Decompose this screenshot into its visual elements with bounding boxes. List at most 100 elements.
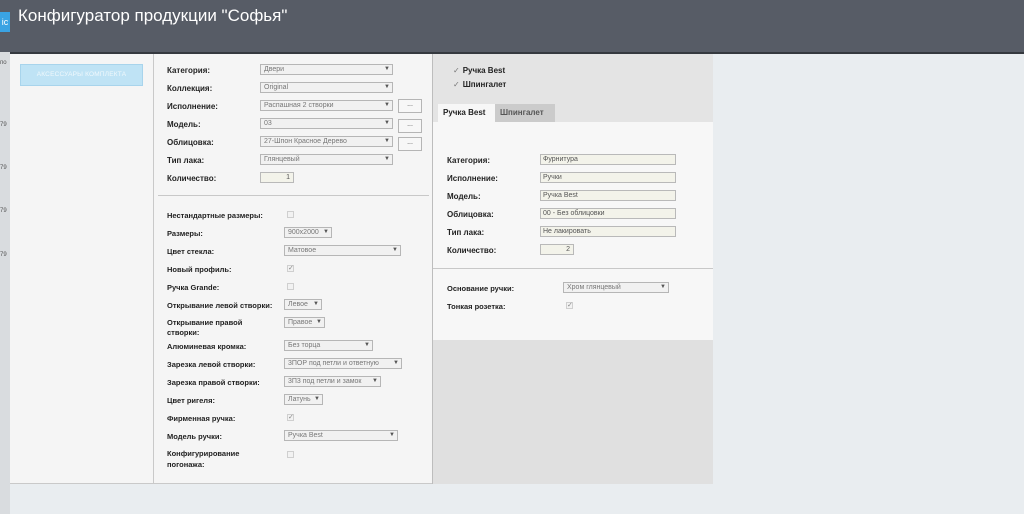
accessories-button[interactable]: АКСЕССУАРЫ КОМПЛЕКТА	[20, 64, 143, 86]
thin-rosette-checkbox[interactable]: ✓	[566, 302, 573, 309]
glass-color-select[interactable]: Матовое ▼	[284, 245, 401, 256]
background-list-strip: по 79 79 79 79	[0, 52, 10, 514]
model-select[interactable]: 03 ▼	[260, 118, 393, 129]
cladding-select[interactable]: 27-Шпон Красное Дерево ▼	[260, 136, 393, 147]
product-form: Категория: Двери ▼ Коллекция: Original ▼ И…	[154, 54, 433, 484]
chevron-down-icon: ▼	[384, 138, 390, 144]
chevron-down-icon: ▼	[364, 342, 370, 348]
acc-model-field[interactable]: Ручка Best	[540, 190, 676, 201]
quantity-label: Количество:	[167, 174, 217, 183]
left-opening-value: Левое	[288, 301, 308, 308]
acc-execution-label: Исполнение:	[447, 174, 498, 183]
sizes-value: 900x2000	[288, 229, 319, 236]
tab-latch[interactable]: Шпингалет	[495, 104, 555, 122]
chevron-down-icon: ▼	[392, 247, 398, 253]
cladding-value: 27-Шпон Красное Дерево	[264, 138, 347, 145]
collection-label: Коллекция:	[167, 84, 213, 93]
checkmark-icon: ✓	[453, 66, 460, 75]
bolt-color-select[interactable]: Латунь ▼	[284, 394, 323, 405]
quantity-input[interactable]: 1	[260, 172, 294, 183]
sizes-select[interactable]: 900x2000 ▼	[284, 227, 332, 238]
chevron-down-icon: ▼	[384, 66, 390, 72]
new-profile-checkbox[interactable]: ✓	[287, 265, 294, 272]
right-opening-label-line2: створки:	[167, 328, 200, 337]
right-cut-value: 3П3 под петли и замок	[288, 378, 362, 385]
chevron-down-icon: ▼	[389, 432, 395, 438]
chevron-down-icon: ▼	[313, 301, 319, 307]
cladding-browse-button[interactable]: ...	[398, 137, 422, 151]
handle-model-label: Модель ручки:	[167, 432, 222, 441]
model-value: 03	[264, 120, 272, 127]
chevron-down-icon: ▼	[393, 360, 399, 366]
acc-lacquer-label: Тип лака:	[447, 228, 485, 237]
accessory-check-latch[interactable]: ✓ Шпингалет	[453, 80, 506, 89]
acc-execution-field[interactable]: Ручки	[540, 172, 676, 183]
left-cut-value: 3ПОР под петли и ответную	[288, 360, 379, 367]
left-opening-select[interactable]: Левое ▼	[284, 299, 322, 310]
bolt-color-value: Латунь	[288, 396, 311, 403]
acc-category-label: Категория:	[447, 156, 491, 165]
accessory-check-label: Ручка Best	[462, 66, 506, 75]
chevron-down-icon: ▼	[384, 102, 390, 108]
sizes-label: Размеры:	[167, 229, 203, 238]
handle-base-select[interactable]: Хром глянцевый ▼	[563, 282, 669, 293]
acc-quantity-label: Количество:	[447, 246, 497, 255]
lacquer-select[interactable]: Глянцевый ▼	[260, 154, 393, 165]
handle-grande-checkbox[interactable]	[287, 283, 294, 290]
model-browse-button[interactable]: ...	[398, 119, 422, 133]
model-label: Модель:	[167, 120, 201, 129]
side-panel-tab[interactable]: ic	[0, 12, 10, 32]
acc-quantity-field[interactable]: 2	[540, 244, 574, 255]
right-opening-label-line1: Открывание правой	[167, 318, 243, 327]
molding-config-checkbox[interactable]	[287, 451, 294, 458]
category-select[interactable]: Двери ▼	[260, 64, 393, 75]
glass-color-value: Матовое	[288, 247, 317, 254]
molding-config-label-line1: Конфигурирование	[167, 449, 240, 458]
page-title: Конфигуратор продукции "Софья"	[18, 6, 288, 25]
accessory-check-label: Шпингалет	[462, 80, 507, 89]
configurator-panel: АКСЕССУАРЫ КОМПЛЕКТА Категория: Двери ▼ К…	[10, 54, 713, 484]
handle-model-value: Ручка Best	[288, 432, 323, 439]
tab-handle-best[interactable]: Ручка Best	[438, 104, 495, 122]
brand-handle-checkbox[interactable]: ✓	[287, 414, 294, 421]
list-item: по	[0, 60, 7, 66]
category-value: Двери	[264, 66, 285, 73]
accessory-panel-footer	[433, 340, 713, 484]
execution-select[interactable]: Распашная 2 створки ▼	[260, 100, 393, 111]
handle-base-value: Хром глянцевый	[567, 284, 621, 291]
section-divider	[158, 195, 429, 196]
lacquer-value: Глянцевый	[264, 156, 300, 163]
accessories-checklist: ✓ Ручка Best ✓ Шпингалет Ручка Best Шпинга…	[433, 54, 713, 122]
acc-cladding-label: Облицовка:	[447, 210, 494, 219]
left-cut-select[interactable]: 3ПОР под петли и ответную ▼	[284, 358, 402, 369]
acc-model-label: Модель:	[447, 192, 481, 201]
aluminium-edge-select[interactable]: Без торца ▼	[284, 340, 373, 351]
acc-category-field[interactable]: Фурнитура	[540, 154, 676, 165]
chevron-down-icon: ▼	[384, 84, 390, 90]
chevron-down-icon: ▼	[372, 378, 378, 384]
molding-config-label-line2: погонажа:	[167, 460, 205, 469]
new-profile-label: Новый профиль:	[167, 265, 232, 274]
left-cut-label: Зарезка левой створки:	[167, 360, 256, 369]
execution-value: Распашная 2 створки	[264, 102, 334, 109]
nonstandard-checkbox[interactable]	[287, 211, 294, 218]
accessory-check-handle-best[interactable]: ✓ Ручка Best	[453, 66, 505, 75]
accessories-panel: ✓ Ручка Best ✓ Шпингалет Ручка Best Шпинга…	[433, 54, 713, 484]
glass-color-label: Цвет стекла:	[167, 247, 215, 256]
execution-label: Исполнение:	[167, 102, 218, 111]
right-opening-select[interactable]: Правое ▼	[284, 317, 325, 328]
right-cut-select[interactable]: 3П3 под петли и замок ▼	[284, 376, 381, 387]
handle-model-select[interactable]: Ручка Best ▼	[284, 430, 398, 441]
chevron-down-icon: ▼	[314, 396, 320, 402]
acc-lacquer-field[interactable]: Не лакировать	[540, 226, 676, 237]
chevron-down-icon: ▼	[316, 319, 322, 325]
acc-cladding-field[interactable]: 00 - Без облицовки	[540, 208, 676, 219]
execution-browse-button[interactable]: ...	[398, 99, 422, 113]
collection-select[interactable]: Original ▼	[260, 82, 393, 93]
brand-handle-label: Фирменная ручка:	[167, 414, 236, 423]
collection-value: Original	[264, 84, 289, 91]
checkmark-icon: ✓	[453, 80, 460, 89]
list-item: 79	[0, 165, 7, 171]
thin-rosette-label: Тонкая розетка:	[447, 302, 506, 311]
aluminium-edge-value: Без торца	[288, 342, 321, 349]
